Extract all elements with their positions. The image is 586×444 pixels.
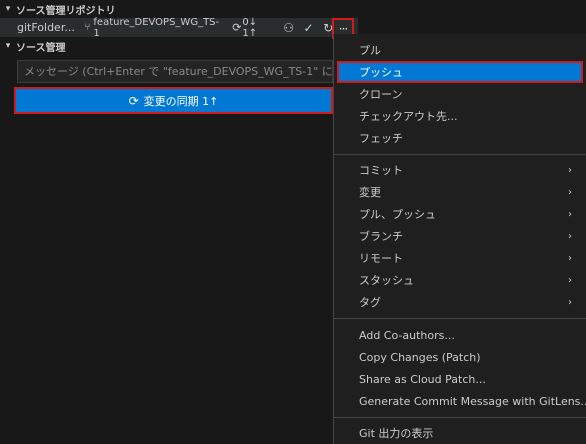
menu-item-label: フェッチ — [359, 132, 403, 145]
menu-item-label: プッシュ — [359, 66, 403, 79]
section-header-source-control[interactable]: ▾ ソース管理 — [0, 37, 333, 55]
scm-view: ▾ ソース管理リポジトリ gitFolder... ⑂ feature_DEVO… — [0, 0, 586, 444]
menu-item-label: プル、プッシュ — [359, 208, 436, 221]
menu-item-label: ブランチ — [359, 230, 403, 243]
menu-separator — [334, 318, 586, 319]
more-actions-menu: プル プッシュ クローン チェックアウト先... フェッチ コミット › 変更 … — [333, 34, 586, 444]
menu-item-push[interactable]: プッシュ — [337, 61, 583, 83]
chevron-right-icon: › — [568, 296, 572, 308]
branch-name[interactable]: feature_DEVOPS_WG_TS-1 — [93, 17, 224, 39]
chevron-down-icon: ▾ — [5, 41, 11, 51]
section-title-repositories: ソース管理リポジトリ — [16, 5, 116, 17]
commit-message-input[interactable]: メッセージ (Ctrl+Enter で "feature_DEVOPS_WG_T… — [17, 60, 333, 83]
chevron-right-icon: › — [568, 186, 572, 198]
menu-item-label: Share as Cloud Patch... — [359, 372, 486, 386]
menu-item-checkout[interactable]: チェックアウト先... — [334, 105, 586, 127]
menu-item-pull-push[interactable]: プル、プッシュ › — [334, 203, 586, 225]
menu-item-label: Generate Commit Message with GitLens... — [359, 394, 586, 408]
branch-icon: ⑂ — [84, 22, 91, 33]
chevron-right-icon: › — [568, 274, 572, 286]
menu-item-label: クローン — [359, 88, 403, 101]
menu-item-label: チェックアウト先... — [359, 110, 458, 123]
menu-item-label: プル — [359, 44, 381, 57]
sync-changes-button[interactable]: ⟳ 変更の同期 1↑ — [14, 87, 333, 114]
commit-check-icon[interactable]: ✓ — [299, 18, 319, 37]
graph-icon[interactable]: ⚇ — [279, 18, 299, 37]
menu-item-changes[interactable]: 変更 › — [334, 181, 586, 203]
section-title-source-control: ソース管理 — [16, 42, 66, 54]
menu-item-show-git-output[interactable]: Git 出力の表示 — [334, 422, 586, 444]
menu-item-label: Git 出力の表示 — [359, 427, 434, 440]
menu-separator — [334, 154, 586, 155]
menu-item-pull[interactable]: プル — [334, 39, 586, 61]
chevron-right-icon: › — [568, 230, 572, 242]
sync-counts[interactable]: 0↓ 1↑ — [242, 17, 274, 39]
menu-item-clone[interactable]: クローン — [334, 83, 586, 105]
menu-item-copy-changes[interactable]: Copy Changes (Patch) — [334, 346, 586, 368]
menu-item-generate-commit-message[interactable]: Generate Commit Message with GitLens... — [334, 390, 586, 412]
repository-name: gitFolder... — [17, 21, 75, 34]
menu-item-add-co-authors[interactable]: Add Co-authors... — [334, 324, 586, 346]
menu-item-label: Copy Changes (Patch) — [359, 350, 481, 364]
menu-item-branch[interactable]: ブランチ › — [334, 225, 586, 247]
chevron-right-icon: › — [568, 164, 572, 176]
sync-icon: ⟳ — [128, 93, 139, 108]
chevron-right-icon: › — [568, 208, 572, 220]
menu-item-commit[interactable]: コミット › — [334, 159, 586, 181]
menu-item-fetch[interactable]: フェッチ — [334, 127, 586, 149]
menu-item-label: Add Co-authors... — [359, 328, 455, 342]
menu-item-label: タグ — [359, 296, 381, 309]
sync-changes-label: 変更の同期 1↑ — [143, 94, 219, 108]
repository-row[interactable]: gitFolder... ⑂ feature_DEVOPS_WG_TS-1 ⟳ … — [0, 17, 358, 39]
menu-item-tag[interactable]: タグ › — [334, 291, 586, 313]
menu-item-label: リモート — [359, 252, 403, 265]
chevron-right-icon: › — [568, 252, 572, 264]
menu-item-share-cloud-patch[interactable]: Share as Cloud Patch... — [334, 368, 586, 390]
menu-item-label: スタッシュ — [359, 274, 414, 287]
menu-separator — [334, 417, 586, 418]
chevron-down-icon: ▾ — [5, 4, 11, 14]
menu-item-stash[interactable]: スタッシュ › — [334, 269, 586, 291]
menu-item-remote[interactable]: リモート › — [334, 247, 586, 269]
menu-item-label: コミット — [359, 164, 403, 177]
sync-icon[interactable]: ⟳ — [232, 21, 241, 34]
section-header-repositories[interactable]: ▾ ソース管理リポジトリ — [0, 0, 333, 18]
menu-item-label: 変更 — [359, 186, 381, 199]
